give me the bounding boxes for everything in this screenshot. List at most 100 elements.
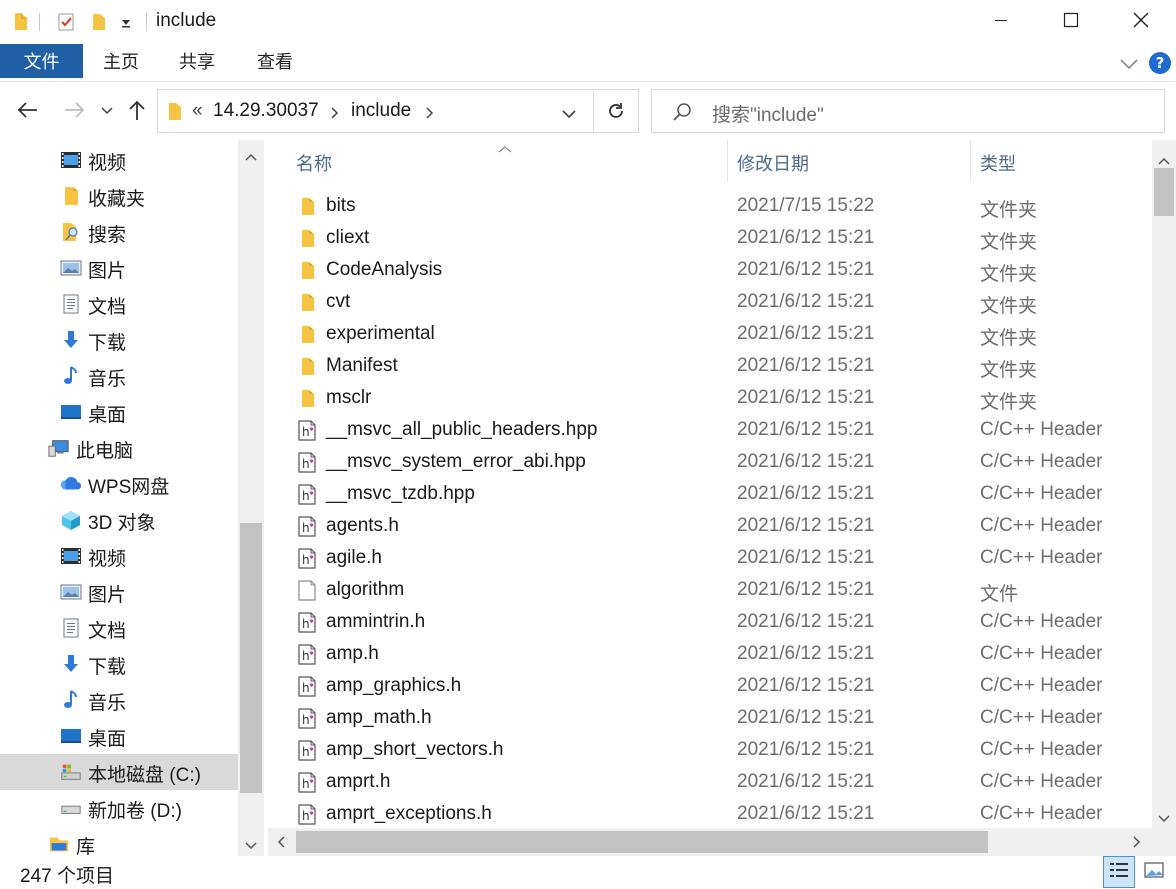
nav-item[interactable]: 视频 xyxy=(0,538,238,574)
scrollbar-thumb[interactable] xyxy=(1154,168,1174,216)
column-header-name[interactable]: 名称 xyxy=(296,150,332,176)
nav-item[interactable]: 3D 对象 xyxy=(0,502,238,538)
file-row[interactable]: h amp_short_vectors.h 2021/6/12 15:21 C/C++… xyxy=(268,734,1152,766)
file-type: C/C++ Header xyxy=(980,451,1103,472)
nav-item[interactable]: 音乐 xyxy=(0,358,238,394)
nav-item[interactable]: 桌面 xyxy=(0,718,238,754)
nav-item[interactable]: 此电脑 xyxy=(0,430,238,466)
folder-icon xyxy=(296,195,318,217)
nav-item[interactable]: 收藏夹 xyxy=(0,178,238,214)
file-row[interactable]: h agile.h 2021/6/12 15:21 C/C++ Header xyxy=(268,542,1152,574)
large-icons-view-button[interactable] xyxy=(1138,856,1170,888)
file-row[interactable]: msclr 2021/6/12 15:21 文件夹 xyxy=(268,382,1152,414)
customize-quick-access-icon[interactable] xyxy=(116,11,136,33)
file-row[interactable]: h __msvc_tzdb.hpp 2021/6/12 15:21 C/C++ Hea… xyxy=(268,478,1152,510)
nav-item[interactable]: 视频 xyxy=(0,142,238,178)
nav-item[interactable]: 文档 xyxy=(0,286,238,322)
nav-item[interactable]: 本地磁盘 (C:) xyxy=(0,754,238,790)
file-row[interactable]: cliext 2021/6/12 15:21 文件夹 xyxy=(268,222,1152,254)
scrollbar-thumb[interactable] xyxy=(296,831,988,853)
nav-pane-scrollbar[interactable] xyxy=(238,140,264,856)
file-type: 文件夹 xyxy=(980,264,1038,285)
file-modified-date: 2021/6/12 15:21 xyxy=(737,707,875,728)
back-button[interactable] xyxy=(10,92,46,132)
search-box[interactable]: 搜索"include" xyxy=(651,89,1165,133)
file-row[interactable]: h amp_math.h 2021/6/12 15:21 C/C++ Header xyxy=(268,702,1152,734)
file-row[interactable]: h __msvc_all_public_headers.hpp 2021/6/12 … xyxy=(268,414,1152,446)
nav-item[interactable]: 库 xyxy=(0,826,238,856)
file-row[interactable]: h amprt.h 2021/6/12 15:21 C/C++ Header xyxy=(268,766,1152,798)
forward-button[interactable] xyxy=(56,92,92,132)
chevron-right-icon[interactable] xyxy=(331,106,339,124)
file-row[interactable]: cvt 2021/6/12 15:21 文件夹 xyxy=(268,286,1152,318)
scroll-right-icon[interactable] xyxy=(1133,835,1141,851)
breadcrumb-overflow[interactable]: « xyxy=(192,100,203,122)
help-icon[interactable]: ? xyxy=(1148,51,1172,80)
details-view-button[interactable] xyxy=(1103,856,1135,888)
tab-share[interactable]: 共享 xyxy=(166,44,228,78)
up-button[interactable] xyxy=(122,92,152,132)
file-row[interactable]: h amprt_exceptions.h 2021/6/12 15:21 C/C++ … xyxy=(268,798,1152,828)
header-file-icon: h xyxy=(296,451,318,473)
recent-locations-button[interactable] xyxy=(98,92,116,132)
nav-item[interactable]: 搜索 xyxy=(0,214,238,250)
file-type: C/C++ Header xyxy=(980,483,1103,504)
nav-item[interactable]: 图片 xyxy=(0,250,238,286)
nav-item[interactable]: WPS网盘 xyxy=(0,466,238,502)
nav-item[interactable]: 文档 xyxy=(0,610,238,646)
scrollbar-thumb[interactable] xyxy=(240,523,262,793)
file-type: C/C++ Header xyxy=(980,419,1103,440)
chevron-down-icon[interactable] xyxy=(562,106,576,124)
file-row[interactable]: h __msvc_system_error_abi.hpp 2021/6/12 15… xyxy=(268,446,1152,478)
breadcrumb-item[interactable]: 14.29.30037 xyxy=(213,100,319,122)
nav-item-label: 桌面 xyxy=(88,405,127,426)
nav-item[interactable]: 音乐 xyxy=(0,682,238,718)
horizontal-scrollbar[interactable] xyxy=(268,828,1152,856)
maximize-button[interactable] xyxy=(1048,0,1094,44)
tab-view[interactable]: 查看 xyxy=(244,44,306,78)
nav-item-label: 3D 对象 xyxy=(88,513,156,534)
scroll-up-icon[interactable] xyxy=(1158,152,1170,168)
scroll-left-icon[interactable] xyxy=(277,835,285,851)
properties-icon[interactable] xyxy=(56,11,78,33)
new-folder-icon[interactable] xyxy=(88,11,110,33)
file-row[interactable]: bits 2021/7/15 15:22 文件夹 xyxy=(268,190,1152,222)
file-row[interactable]: Manifest 2021/6/12 15:21 文件夹 xyxy=(268,350,1152,382)
file-name: amp_math.h xyxy=(326,707,432,728)
file-modified-date: 2021/6/12 15:21 xyxy=(737,515,875,536)
folder-icon xyxy=(296,259,318,281)
expand-ribbon-icon[interactable] xyxy=(1118,52,1140,79)
file-row[interactable]: algorithm 2021/6/12 15:21 文件 xyxy=(268,574,1152,606)
file-name: amprt_exceptions.h xyxy=(326,803,492,824)
address-bar[interactable]: « 14.29.30037 include xyxy=(157,89,639,133)
file-row[interactable]: CodeAnalysis 2021/6/12 15:21 文件夹 xyxy=(268,254,1152,286)
nav-item[interactable]: 图片 xyxy=(0,574,238,610)
nav-item[interactable]: 下载 xyxy=(0,322,238,358)
nav-item[interactable]: 新加卷 (D:) xyxy=(0,790,238,826)
refresh-icon[interactable] xyxy=(606,101,626,126)
column-header-date[interactable]: 修改日期 xyxy=(737,150,809,176)
scroll-down-icon[interactable] xyxy=(1158,810,1170,826)
scroll-down-icon[interactable] xyxy=(245,837,257,853)
tab-home[interactable]: 主页 xyxy=(90,44,152,78)
column-divider[interactable] xyxy=(970,140,971,182)
file-row[interactable]: h ammintrin.h 2021/6/12 15:21 C/C++ Header xyxy=(268,606,1152,638)
chevron-right-icon[interactable] xyxy=(426,106,434,124)
file-row[interactable]: h agents.h 2021/6/12 15:21 C/C++ Header xyxy=(268,510,1152,542)
nav-item[interactable]: 桌面 xyxy=(0,394,238,430)
column-header-type[interactable]: 类型 xyxy=(980,150,1016,176)
minimize-button[interactable] xyxy=(978,0,1024,44)
file-row[interactable]: experimental 2021/6/12 15:21 文件夹 xyxy=(268,318,1152,350)
file-row[interactable]: h amp.h 2021/6/12 15:21 C/C++ Header xyxy=(268,638,1152,670)
pictures-folder-icon xyxy=(60,581,82,603)
breadcrumb-item[interactable]: include xyxy=(351,100,411,122)
tab-file[interactable]: 文件 xyxy=(0,44,83,78)
close-button[interactable] xyxy=(1118,0,1164,44)
nav-item[interactable]: 下载 xyxy=(0,646,238,682)
header-file-icon: h xyxy=(296,515,318,537)
file-list-scrollbar[interactable] xyxy=(1152,140,1176,828)
scroll-up-icon[interactable] xyxy=(245,148,257,164)
column-divider[interactable] xyxy=(727,140,728,182)
file-row[interactable]: h amp_graphics.h 2021/6/12 15:21 C/C++ Head… xyxy=(268,670,1152,702)
nav-item-label: 搜索 xyxy=(88,225,127,246)
